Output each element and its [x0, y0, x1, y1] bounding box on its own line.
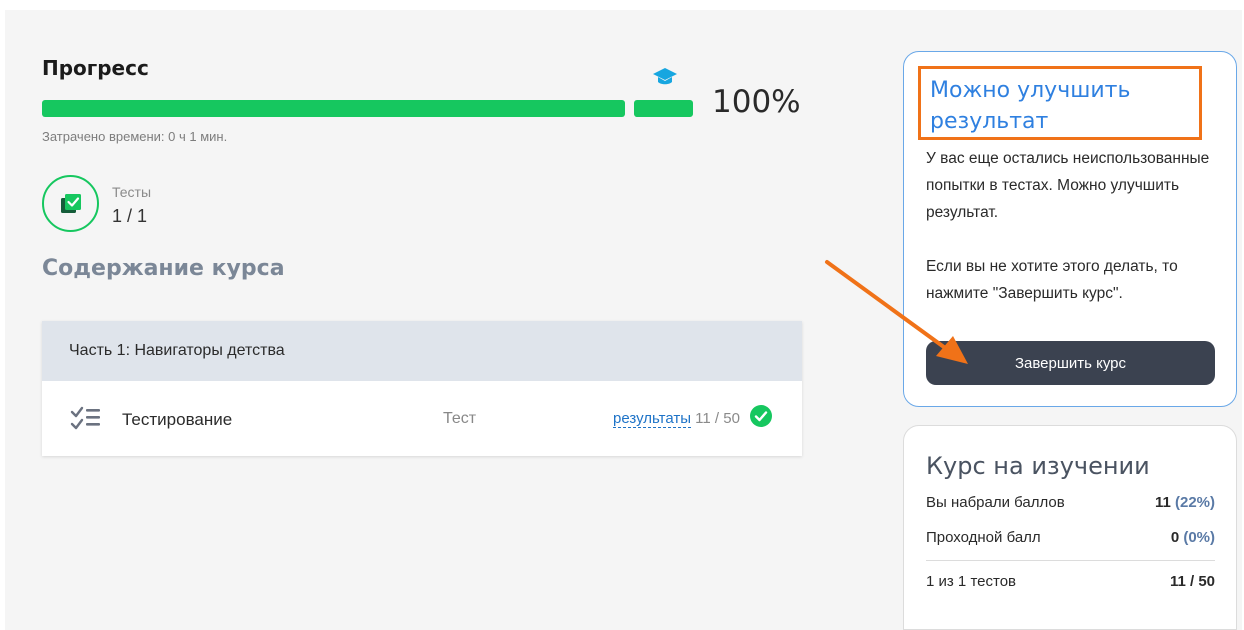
tests-count-value: 11 / 50	[1169, 573, 1215, 590]
score-label: Вы набрали баллов	[926, 494, 1065, 511]
passing-score-label: Проходной балл	[926, 529, 1041, 546]
course-content-title: Содержание курса	[42, 256, 285, 281]
final-progress-bar	[634, 100, 693, 117]
improve-result-paragraph-1: У вас еще остались неиспользованные попы…	[926, 150, 1210, 221]
final-progress-bar-fill	[634, 100, 693, 117]
score-percent: (22%)	[1174, 494, 1215, 511]
progress-percent: 100%	[712, 84, 801, 120]
score-number: 11	[1154, 494, 1171, 511]
course-item-score: 11 / 50	[695, 410, 740, 427]
tests-check-icon	[60, 193, 81, 213]
tests-stat-value: 1 / 1	[112, 206, 148, 226]
course-item-result: результаты 11 / 50	[613, 410, 740, 428]
score-value: 11 (22%)	[1155, 494, 1215, 511]
tests-stat-label: Тесты	[112, 184, 152, 200]
passing-score-percent: (0%)	[1183, 529, 1215, 546]
tests-count-row: 1 из 1 тестов 11 / 50	[926, 573, 1215, 590]
score-row: Вы набрали баллов 11 (22%)	[926, 494, 1215, 511]
finish-course-button[interactable]: Завершить курс	[926, 341, 1215, 385]
progress-bar	[42, 100, 625, 117]
course-item-row[interactable]: Тестирование Тест результаты 11 / 50	[42, 381, 802, 456]
course-study-title: Курс на изучении	[926, 452, 1150, 480]
results-link[interactable]: результаты	[613, 410, 691, 428]
study-divider	[926, 560, 1215, 561]
section-title: Часть 1: Навигаторы детства	[69, 342, 285, 359]
passing-score-value: 0 (0%)	[1171, 529, 1215, 546]
improve-result-text: У вас еще остались неиспользованные попы…	[926, 145, 1221, 307]
graduation-cap-icon	[653, 68, 677, 85]
checklist-icon	[70, 406, 100, 430]
completed-check-icon	[750, 405, 772, 427]
progress-title: Прогресс	[42, 56, 149, 80]
course-study-card: Курс на изучении Вы набрали баллов 11 (2…	[903, 425, 1237, 630]
improve-result-card: Можно улучшить результат У вас еще остал…	[903, 51, 1237, 407]
course-item-title[interactable]: Тестирование	[122, 410, 232, 430]
course-item-type: Тест	[443, 410, 477, 427]
section-header[interactable]: Часть 1: Навигаторы детства	[42, 321, 802, 381]
tests-stat-circle	[42, 175, 99, 232]
time-spent: Затрачено времени: 0 ч 1 мин.	[42, 129, 228, 144]
progress-bar-fill	[42, 100, 625, 117]
passing-score-number: 0	[1170, 529, 1180, 546]
tests-count-label: 1 из 1 тестов	[926, 573, 1016, 590]
improve-result-title: Можно улучшить результат	[918, 66, 1202, 140]
passing-score-row: Проходной балл 0 (0%)	[926, 529, 1215, 546]
course-content-card: Часть 1: Навигаторы детства Тестирование…	[42, 321, 802, 456]
improve-result-paragraph-2: Если вы не хотите этого делать, то нажми…	[926, 258, 1178, 302]
